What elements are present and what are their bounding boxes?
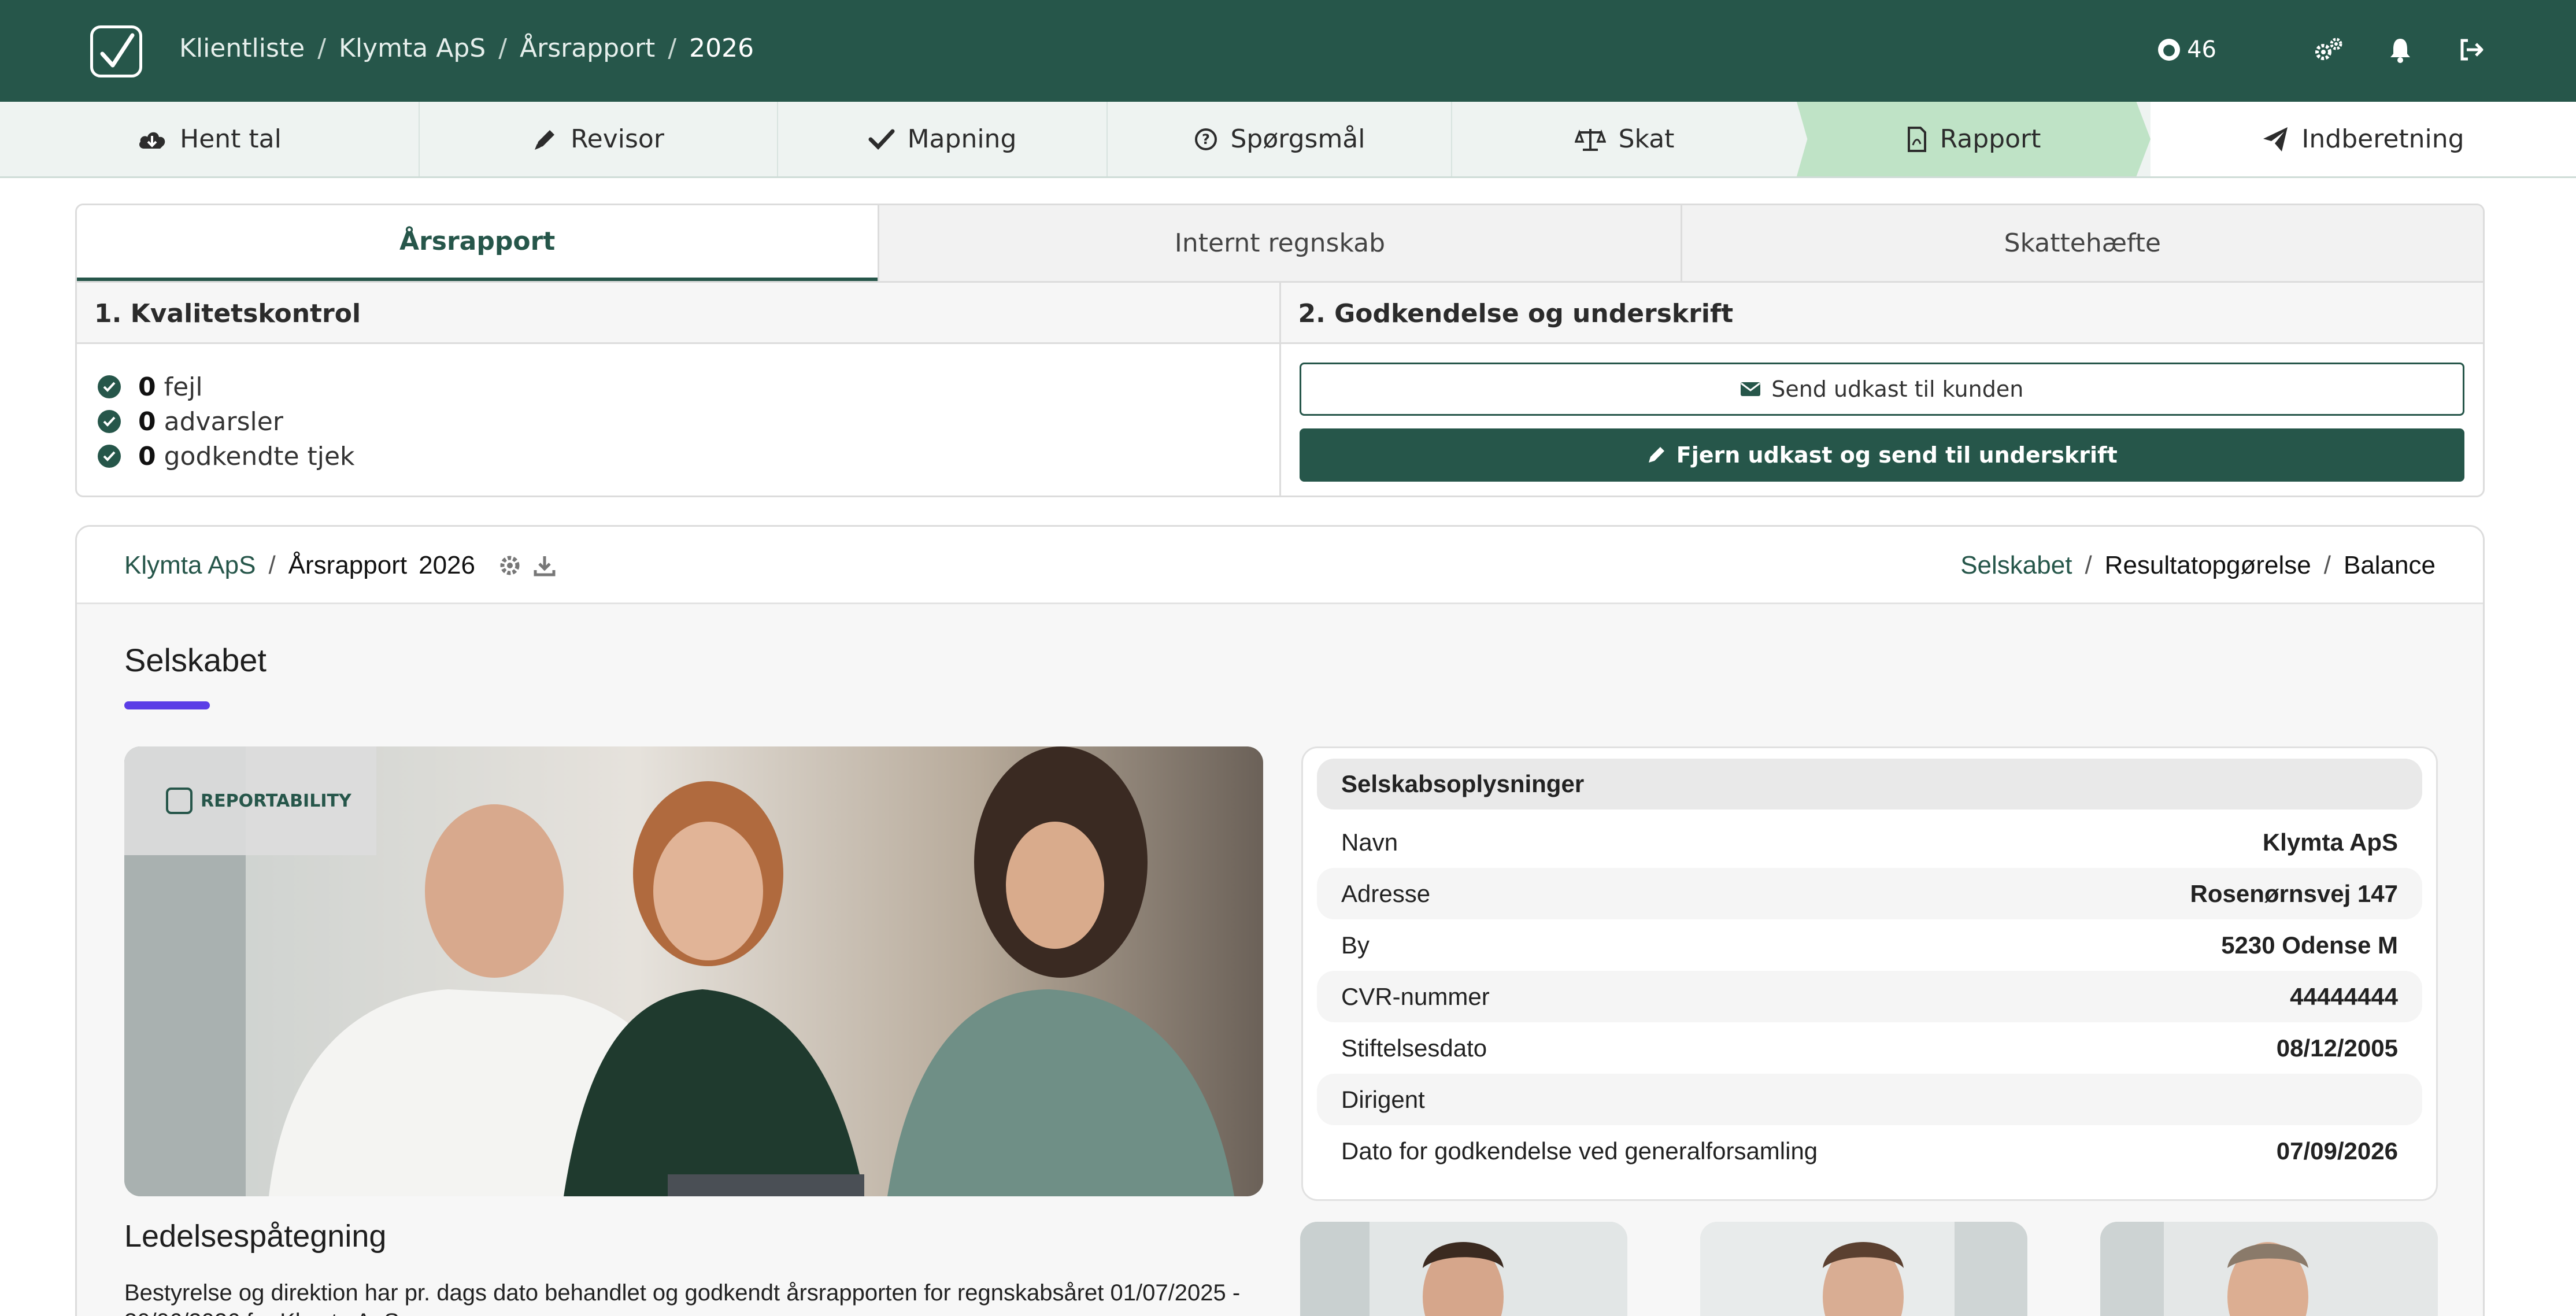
qc-count: 0	[138, 406, 156, 437]
breadcrumb-year: 2026	[689, 34, 754, 63]
credits-value: 46	[2187, 36, 2216, 63]
qc-warnings: 0 advarsler	[98, 404, 1259, 439]
workflow-steps: Hent tal Revisor Mapning ? Spørgsmål Ska…	[0, 102, 2576, 178]
nav-balance[interactable]: Balance	[2344, 551, 2436, 580]
nav-resultatopgorelse[interactable]: Resultatopgørelse	[2105, 551, 2311, 580]
tab-internt-regnskab[interactable]: Internt regnskab	[878, 205, 1681, 281]
statement-text: Bestyrelse og direktion har pr. dags dat…	[124, 1280, 1241, 1316]
svg-text:?: ?	[1202, 131, 1210, 147]
check-circle-icon	[98, 445, 121, 468]
cloud-download-icon	[139, 132, 165, 149]
section-underline	[124, 701, 210, 709]
send-draft-label: Send udkast til kunden	[1771, 376, 2024, 402]
preview-header: Klymta ApS / Årsrapport 2026 Selskabet /…	[77, 527, 2483, 604]
person-photo	[2100, 1222, 2438, 1316]
check-circle-icon	[98, 410, 121, 433]
info-row-stiftelsesdato: Stiftelsesdato 08/12/2005	[1341, 1034, 2398, 1062]
send-for-signature-button[interactable]: Fjern udkast og send til underskrift	[1299, 428, 2464, 482]
step-hent-tal[interactable]: Hent tal	[0, 102, 420, 176]
credits-counter[interactable]: ● 46	[2158, 36, 2216, 63]
approval-title: 2. Godkendelse og underskrift	[1280, 283, 2483, 344]
report-tabs: Årsrapport Internt regnskab Skattehæfte	[77, 205, 2483, 283]
breadcrumb-company[interactable]: Klymta ApS	[339, 34, 486, 63]
qc-label: advarsler	[164, 406, 283, 437]
qc-label: fejl	[164, 372, 203, 402]
breadcrumb-client-list[interactable]: Klientliste	[179, 34, 305, 63]
step-label: Indberetning	[2301, 124, 2464, 154]
step-label: Spørgsmål	[1230, 124, 1365, 154]
step-revisor[interactable]: Revisor	[420, 102, 778, 176]
qc-label: godkendte tjek	[164, 441, 355, 471]
quality-control-section: 1. Kvalitetskontrol 0 fejl 0 advarsler 0…	[77, 283, 1279, 496]
preview-crumb-doc: Årsrapport	[288, 551, 408, 579]
company-info-card: Selskabsoplysninger Navn Klymta ApS Adres…	[1301, 746, 2438, 1201]
preview-crumb-year: 2026	[419, 551, 475, 579]
settings-icon[interactable]	[2311, 32, 2346, 67]
top-bar: Klientliste / Klymta ApS / Årsrapport / …	[0, 0, 2576, 102]
step-sporgsmal[interactable]: ? Spørgsmål	[1108, 102, 1452, 176]
paper-plane-icon	[2263, 127, 2288, 151]
step-rapport[interactable]: Rapport	[1797, 102, 2151, 176]
person-photo	[1700, 1222, 2027, 1316]
step-label: Hent tal	[180, 124, 282, 154]
report-control-panel: Årsrapport Internt regnskab Skattehæfte …	[75, 204, 2485, 497]
brand-badge-text: REPORTABILITY	[201, 790, 351, 811]
approval-section: 2. Godkendelse og underskrift Send udkas…	[1279, 283, 2483, 496]
qc-errors: 0 fejl	[98, 369, 1259, 404]
qc-count: 0	[138, 372, 156, 402]
envelope-icon	[1741, 382, 1761, 396]
quality-control-title: 1. Kvalitetskontrol	[77, 283, 1279, 344]
question-circle-icon: ?	[1194, 128, 1217, 150]
person-photo	[1300, 1222, 1627, 1316]
step-indberetning[interactable]: Indberetning	[2151, 102, 2576, 176]
info-row-godkendelse: Dato for godkendelse ved generalforsamli…	[1341, 1137, 2398, 1165]
qc-count: 0	[138, 441, 156, 471]
check-icon	[868, 129, 895, 150]
breadcrumb-report[interactable]: Årsrapport	[520, 34, 655, 63]
step-label: Rapport	[1940, 124, 2041, 154]
nav-selskabet[interactable]: Selskabet	[1960, 551, 2072, 580]
statement-title: Ledelsespåtegning	[124, 1219, 387, 1254]
tab-skattehaefte[interactable]: Skattehæfte	[1680, 205, 2483, 281]
preview-breadcrumb: Klymta ApS / Årsrapport 2026	[124, 551, 556, 580]
info-row-cvr: CVR-nummer 44444444	[1317, 971, 2422, 1022]
send-draft-button[interactable]: Send udkast til kunden	[1299, 363, 2464, 416]
step-label: Skat	[1618, 124, 1675, 154]
breadcrumb: Klientliste / Klymta ApS / Årsrapport / …	[179, 34, 754, 63]
logout-icon[interactable]	[2455, 32, 2489, 67]
qc-approved-checks: 0 godkendte tjek	[98, 439, 1259, 474]
pencil-icon	[535, 130, 555, 150]
info-row-adresse: Adresse Rosenørnsvej 147	[1317, 868, 2422, 919]
bell-icon[interactable]	[2383, 32, 2418, 67]
step-label: Mapning	[907, 124, 1017, 154]
tab-arsrapport[interactable]: Årsrapport	[77, 205, 878, 281]
step-skat[interactable]: Skat	[1452, 102, 1797, 176]
app-logo-icon[interactable]	[90, 25, 142, 77]
preview-section-nav: Selskabet / Resultatopgørelse / Balance	[1960, 551, 2436, 580]
section-title: Selskabet	[124, 642, 267, 678]
step-label: Revisor	[571, 124, 664, 154]
send-for-signature-label: Fjern udkast og send til underskrift	[1676, 442, 2118, 468]
coin-icon: ●	[2158, 39, 2181, 61]
step-mapning[interactable]: Mapning	[778, 102, 1108, 176]
brand-logo-icon	[166, 788, 193, 814]
pdf-file-icon	[1907, 126, 1926, 152]
gear-icon[interactable]	[498, 554, 521, 577]
cover-photo: REPORTABILITY	[124, 746, 1263, 1196]
download-icon[interactable]	[533, 554, 556, 577]
info-row-navn: Navn Klymta ApS	[1341, 828, 2398, 856]
check-circle-icon	[98, 375, 121, 398]
pencil-icon	[1648, 447, 1664, 463]
scale-icon	[1574, 128, 1606, 151]
company-info-title: Selskabsoplysninger	[1317, 759, 2422, 809]
info-row-by: By 5230 Odense M	[1341, 931, 2398, 959]
preview-crumb-company[interactable]: Klymta ApS	[124, 551, 256, 580]
report-preview: Klymta ApS / Årsrapport 2026 Selskabet /…	[75, 525, 2485, 1316]
info-row-dirigent: Dirigent	[1317, 1074, 2422, 1125]
brand-badge: REPORTABILITY	[124, 746, 376, 855]
